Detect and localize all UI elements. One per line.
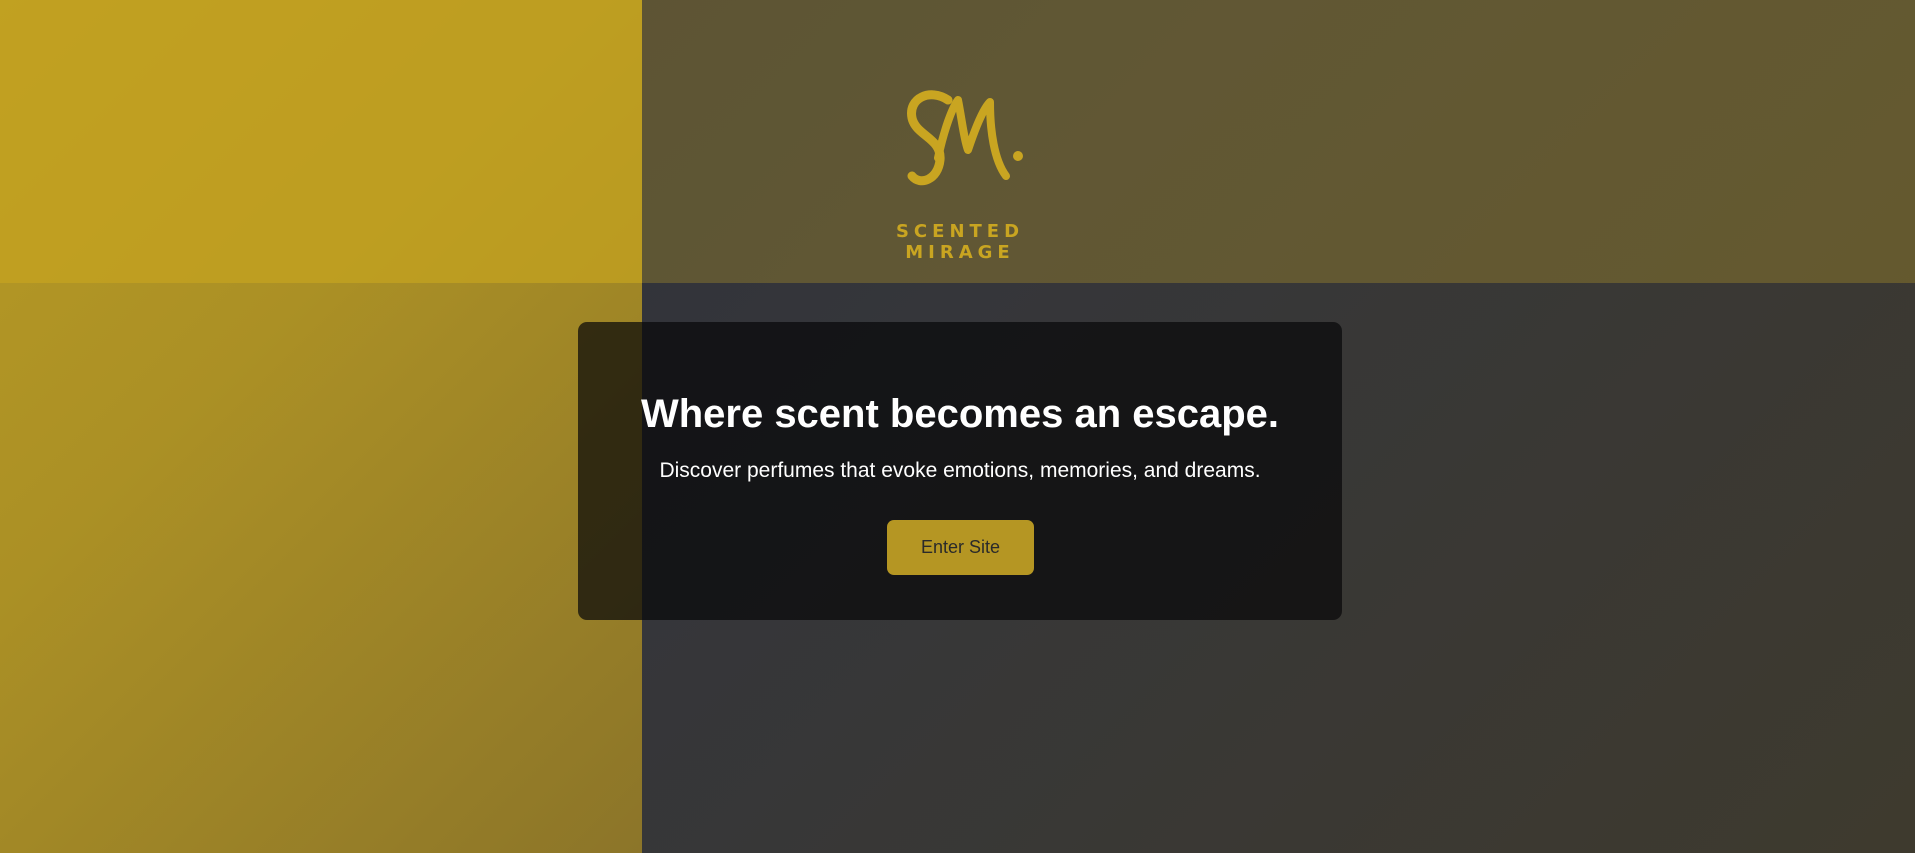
landing-page: SCENTED MIRAGE Where scent becomes an es… — [0, 0, 1915, 853]
hero-card: Where scent becomes an escape. Discover … — [578, 322, 1342, 620]
brand-logo: SCENTED MIRAGE — [840, 80, 1080, 263]
top-left-block — [0, 0, 642, 283]
hero-subtitle: Discover perfumes that evoke emotions, m… — [659, 459, 1261, 482]
brand-wordmark: SCENTED MIRAGE — [895, 221, 1025, 263]
hero-title: Where scent becomes an escape. — [640, 392, 1280, 436]
enter-site-button[interactable]: Enter Site — [887, 520, 1034, 575]
monogram-logo-icon — [907, 90, 1023, 186]
